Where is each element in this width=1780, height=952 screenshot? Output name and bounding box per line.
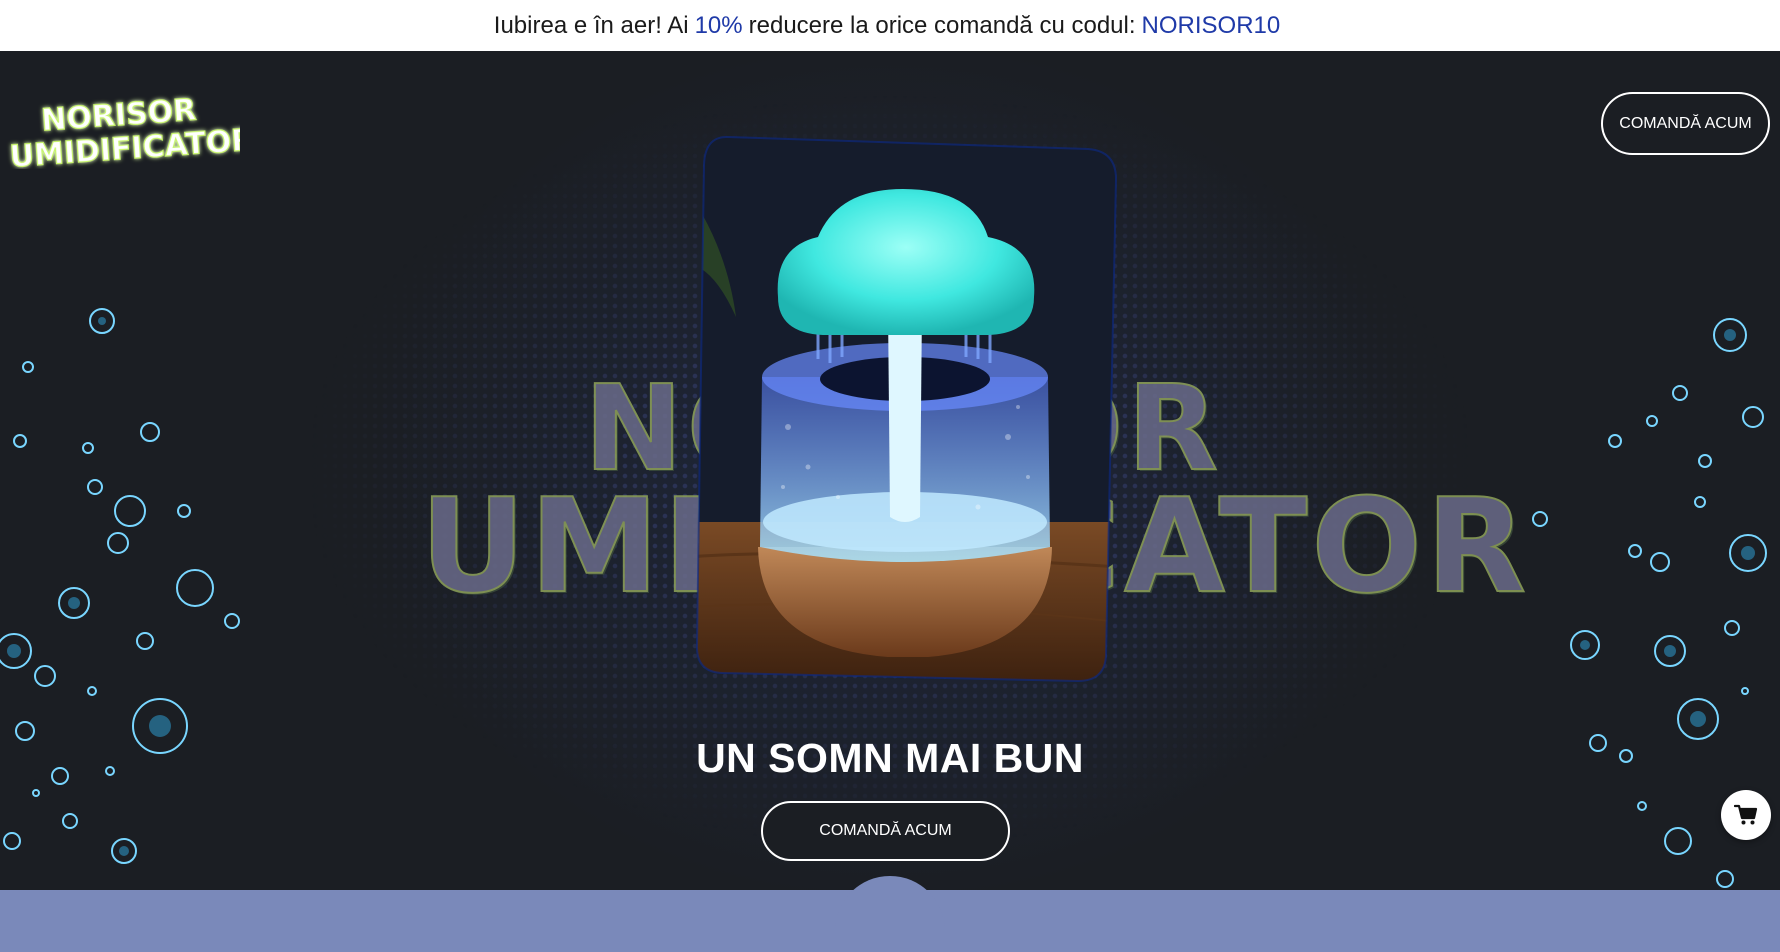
order-now-button-hero[interactable]: COMANDĂ ACUM xyxy=(761,801,1010,861)
cart-icon xyxy=(1734,804,1758,825)
cart-button[interactable] xyxy=(1721,790,1771,840)
announcement-bar: Iubirea e în aer! Ai 10% reducere la ori… xyxy=(0,0,1780,51)
product-image xyxy=(695,135,1118,683)
hero-section: NORISOR UMIDIFICATOR NORISOR UMIDIFICATO… xyxy=(0,51,1780,890)
hero-headline: UN SOMN MAI BUN xyxy=(696,735,1084,781)
announcement-text-middle: reducere la orice comandă cu codul: xyxy=(748,11,1136,39)
announcement-text: Iubirea e în aer! Ai xyxy=(493,11,689,39)
promo-code: NORISOR10 xyxy=(1141,11,1281,39)
discount-value: 10% xyxy=(694,11,743,39)
